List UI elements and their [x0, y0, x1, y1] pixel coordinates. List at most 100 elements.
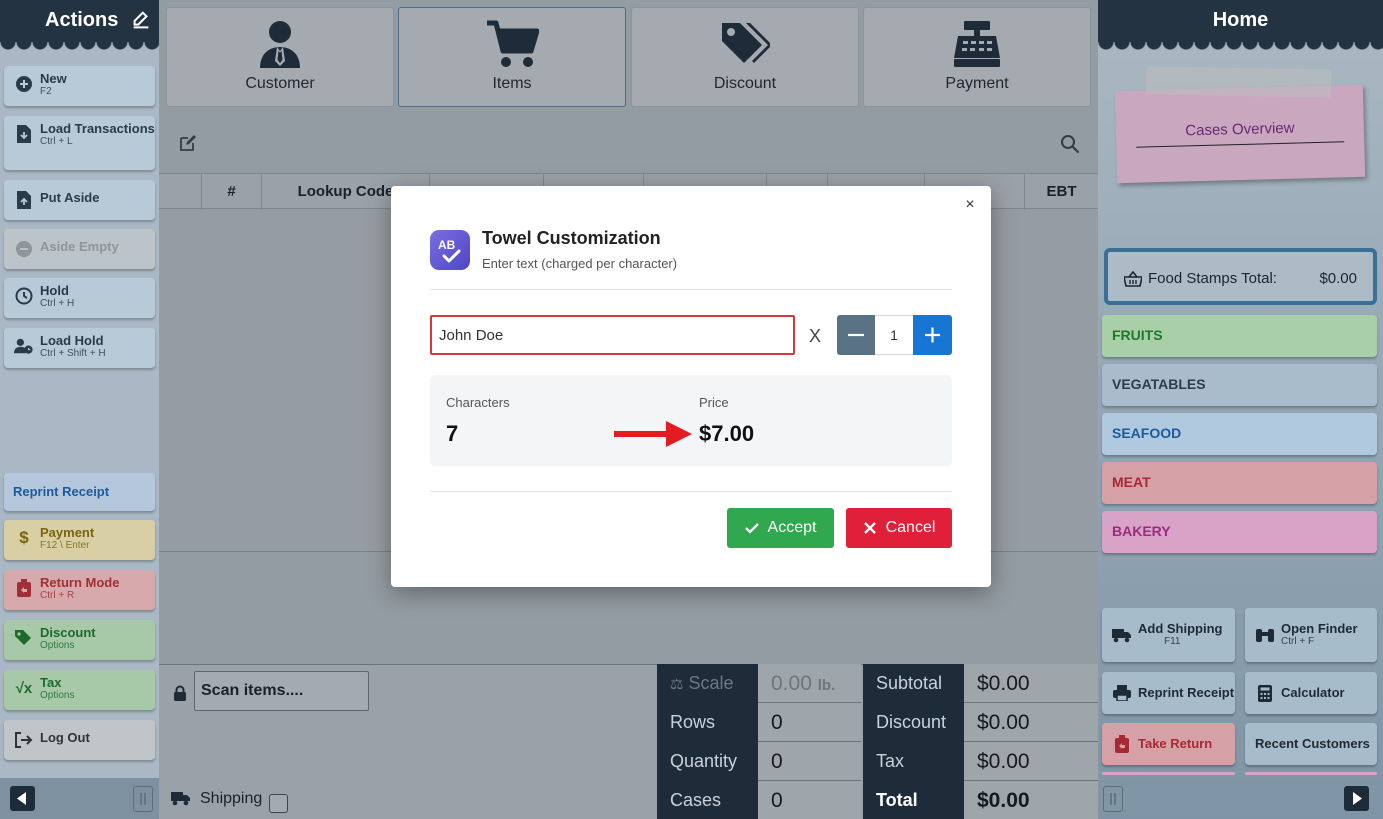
square-root-icon: √x	[15, 679, 33, 697]
scan-items-input[interactable]: Scan items....	[194, 671, 369, 711]
add-shipping-button[interactable]: Add Shipping F11	[1102, 608, 1235, 662]
aside-empty-button[interactable]: Aside Empty	[4, 229, 155, 269]
quantity-decrement-button[interactable]	[837, 315, 875, 355]
price-summary: Characters 7 Price $7.00	[430, 375, 952, 466]
category-bakery[interactable]: BAKERY	[1102, 511, 1377, 553]
discount-options-label: Discount	[40, 625, 96, 640]
quantity-value: 0	[758, 742, 861, 781]
actions-header: Actions	[0, 0, 159, 42]
load-hold-shortcut: Ctrl + Shift + H	[40, 348, 106, 359]
open-finder-label: Open Finder	[1281, 621, 1358, 636]
put-aside-button[interactable]: Put Aside	[4, 180, 155, 220]
tab-discount[interactable]: Discount	[631, 7, 859, 107]
return-icon	[1112, 734, 1132, 754]
open-finder-button[interactable]: Open Finder Ctrl + F	[1245, 608, 1377, 662]
characters-label: Characters	[446, 395, 510, 410]
resize-grip-left[interactable]	[133, 786, 153, 812]
cancel-button[interactable]: Cancel	[846, 508, 952, 548]
return-mode-button[interactable]: Return Mode Ctrl + R	[4, 570, 155, 610]
load-transactions-label: Load Transactions	[40, 121, 155, 136]
resize-grip-right[interactable]	[1103, 786, 1123, 812]
right-sidebar: Home Cases Overview Food Stamps Total: $…	[1098, 0, 1383, 819]
characters-value: 7	[446, 421, 459, 446]
category-meat[interactable]: MEAT	[1102, 462, 1377, 504]
payment-button[interactable]: $ Payment F12 \ Enter	[4, 520, 155, 560]
left-footer	[0, 778, 159, 819]
quantity-increment-button[interactable]	[913, 315, 952, 355]
triangle-left-icon	[17, 792, 26, 805]
reprint-receipt-right-label: Reprint Receipt	[1138, 685, 1235, 700]
new-button[interactable]: New F2	[4, 66, 155, 106]
hold-button[interactable]: Hold Ctrl + H	[4, 278, 155, 318]
svg-text:AB: AB	[438, 238, 456, 252]
cases-overview-note[interactable]: Cases Overview	[1114, 84, 1366, 184]
accept-button[interactable]: Accept	[727, 508, 834, 548]
food-stamps-label: Food Stamps Total:	[1148, 270, 1277, 287]
hold-label: Hold	[40, 283, 69, 298]
lock-icon	[174, 685, 186, 701]
customization-text-input[interactable]: John Doe	[430, 315, 795, 355]
accept-label: Accept	[767, 519, 817, 536]
add-shipping-label: Add Shipping	[1138, 621, 1223, 636]
category-vegatables[interactable]: VEGATABLES	[1102, 364, 1377, 406]
basket-icon	[1124, 271, 1142, 287]
load-hold-label: Load Hold	[40, 333, 104, 348]
load-hold-button[interactable]: Load Hold Ctrl + Shift + H	[4, 328, 155, 368]
scale-icon: ⚖	[670, 676, 684, 693]
shipping-checkbox[interactable]	[269, 794, 288, 813]
scale-value: 0.00 lb.	[758, 664, 861, 703]
tab-payment[interactable]: Payment	[863, 7, 1091, 107]
payment-shortcut: F12 \ Enter	[40, 540, 90, 551]
column-ebt[interactable]: EBT	[1025, 174, 1098, 210]
close-icon	[863, 522, 876, 534]
collapse-right-button[interactable]	[1344, 786, 1369, 811]
log-out-button[interactable]: Log Out	[4, 720, 155, 760]
spellcheck-icon: AB	[430, 230, 470, 270]
calculator-button[interactable]: Calculator	[1245, 672, 1377, 714]
aside-empty-label: Aside Empty	[40, 239, 119, 254]
check-icon	[744, 523, 759, 534]
tax-options-button[interactable]: √x Tax Options	[4, 670, 155, 710]
load-transactions-shortcut: Ctrl + L	[40, 136, 73, 147]
dialog-subtitle: Enter text (charged per character)	[482, 256, 678, 271]
total-label: Total	[863, 781, 964, 819]
cases-label: Cases	[657, 781, 758, 819]
edit-icon[interactable]	[179, 134, 197, 152]
load-transactions-button[interactable]: Load Transactions Ctrl + L	[4, 116, 155, 170]
return-mode-label: Return Mode	[40, 575, 120, 590]
footer-divider	[430, 491, 952, 492]
search-icon[interactable]	[1060, 134, 1080, 154]
reprint-receipt-button[interactable]: Reprint Receipt	[4, 473, 155, 511]
plus-circle-icon	[14, 74, 34, 94]
new-label: New	[40, 71, 67, 86]
grip-icon	[140, 793, 146, 805]
quantity-value[interactable]: 1	[875, 315, 913, 355]
discount-options-button[interactable]: Discount Options	[4, 620, 155, 660]
take-return-button[interactable]: Take Return	[1102, 723, 1235, 765]
dollar-icon: $	[19, 528, 29, 547]
log-out-label: Log Out	[40, 730, 90, 745]
reprint-receipt-right-button[interactable]: Reprint Receipt	[1102, 672, 1235, 714]
take-return-label: Take Return	[1138, 736, 1213, 751]
discount-options-sub: Options	[40, 640, 75, 651]
category-seafood[interactable]: SEAFOOD	[1102, 413, 1377, 455]
dialog-title: Towel Customization	[482, 228, 661, 248]
quantity-label: Quantity	[657, 742, 758, 781]
discount-total-value: $0.00	[964, 703, 1098, 742]
category-fruits[interactable]: FRUITS	[1102, 315, 1377, 357]
cash-register-icon	[949, 18, 1005, 70]
recent-customers-button[interactable]: Recent Customers	[1245, 723, 1377, 765]
note-tape	[1145, 66, 1332, 98]
tab-items[interactable]: Items	[398, 7, 626, 107]
collapse-left-button[interactable]	[10, 786, 35, 811]
note-underline	[1136, 141, 1345, 148]
close-button[interactable]: ×	[963, 196, 977, 214]
header-scallop	[1098, 42, 1383, 52]
tab-customer[interactable]: Customer	[166, 7, 394, 107]
truck-icon	[1112, 625, 1132, 645]
column-number[interactable]: #	[202, 174, 262, 210]
subtotal-label: Subtotal	[863, 664, 964, 703]
minus-circle-icon	[14, 239, 34, 259]
edit-icon[interactable]	[130, 9, 152, 31]
rows-label: Rows	[657, 703, 758, 742]
